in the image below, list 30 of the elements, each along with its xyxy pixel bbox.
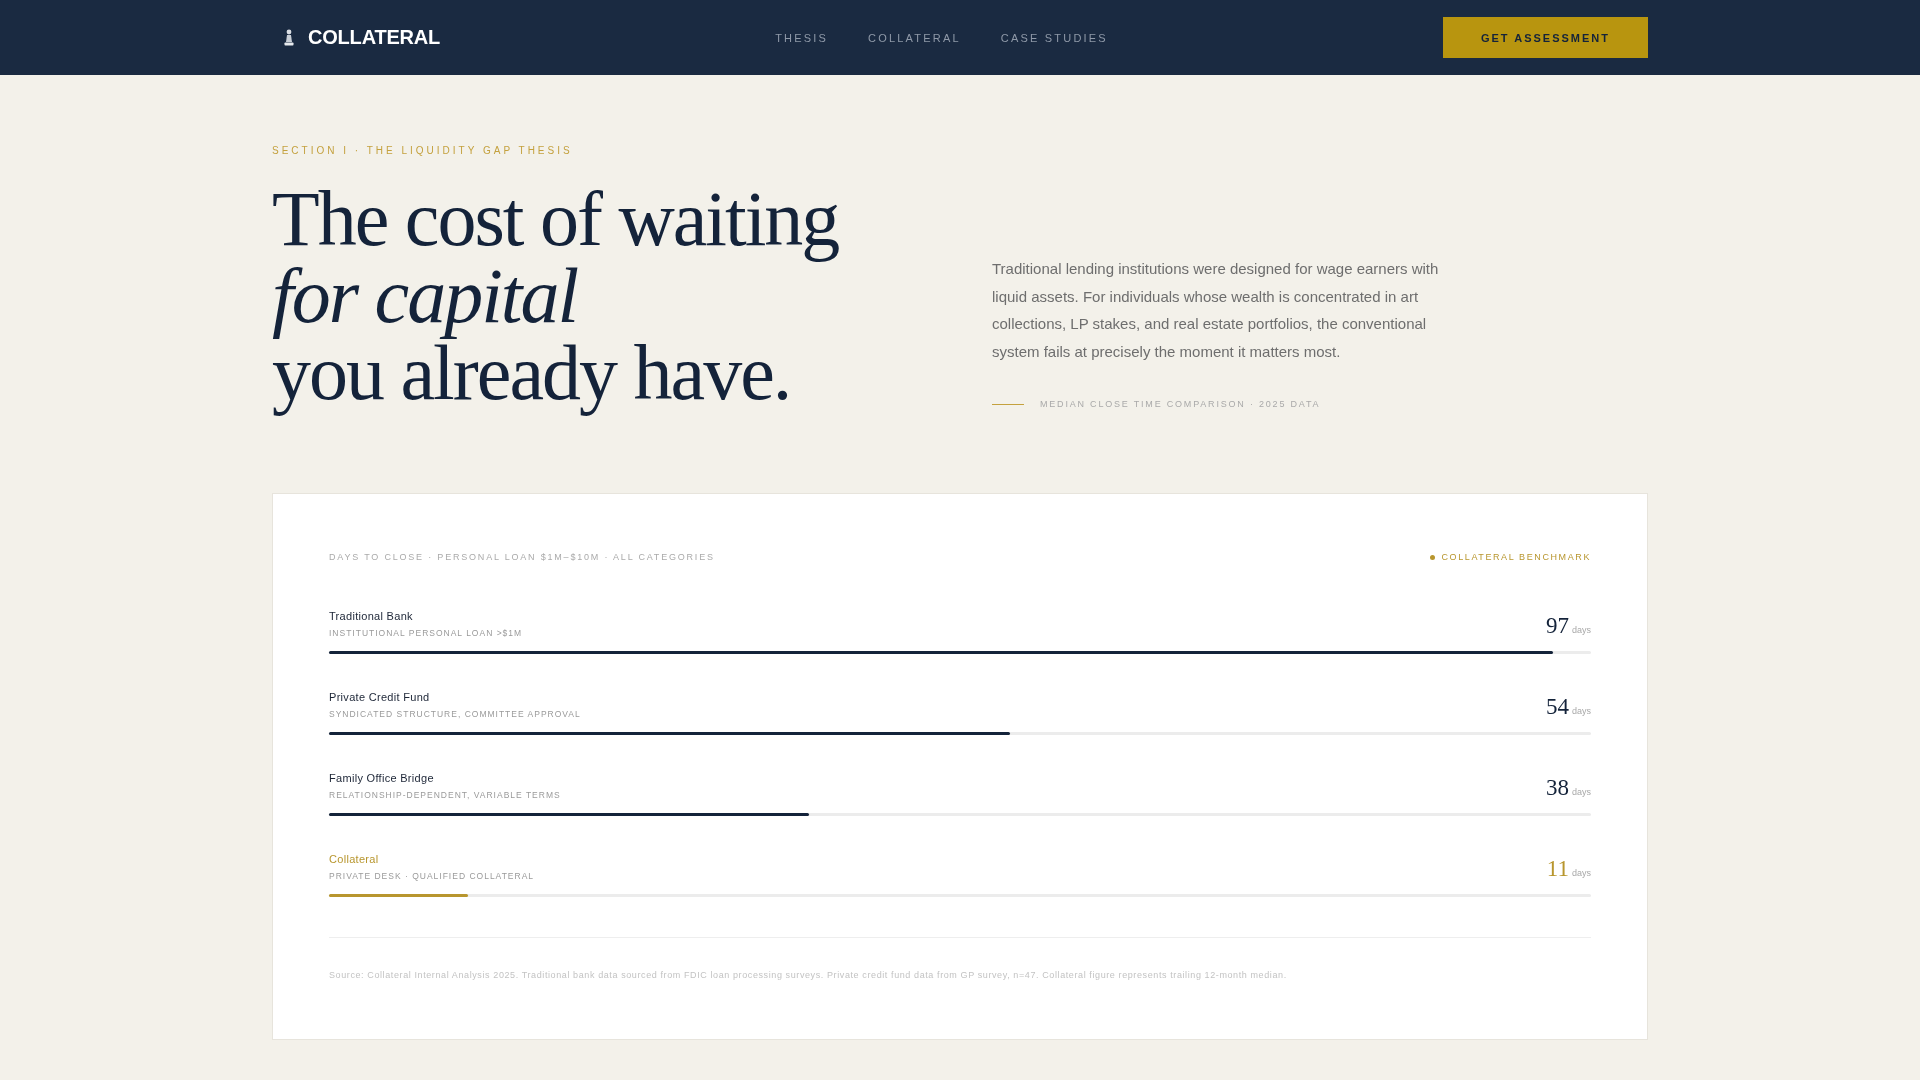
accent-rule (992, 403, 1024, 405)
day-count: 38 (1546, 775, 1569, 801)
nav-link[interactable]: COLLATERAL (868, 31, 961, 44)
dot-icon (1430, 554, 1436, 560)
nav-link[interactable]: THESIS (775, 31, 829, 44)
lender-name: Family Office Bridge (329, 771, 435, 785)
section-label: SECTION I · THE LIQUIDITY GAP THESIS (272, 145, 574, 157)
unit-label: days (1572, 706, 1591, 716)
legend-label: COLLATERAL BENCHMARK (1441, 552, 1591, 562)
lender-detail: RELATIONSHIP-DEPENDENT, VARIABLE TERMS (329, 789, 561, 801)
pawn-icon (284, 29, 294, 46)
unit-label: days (1572, 868, 1591, 878)
lender-name: Collateral (329, 852, 380, 866)
headline: The cost of waiting for capital you already have. (271, 174, 840, 418)
comparison-label: MEDIAN CLOSE TIME COMPARISON · 2025 DATA (1040, 398, 1321, 410)
lender-name: Traditional Bank (329, 609, 414, 623)
chart-caption: DAYS TO CLOSE · PERSONAL LOAN $1M–$10M · ALL CATEGORIES (329, 552, 715, 562)
brand-link[interactable]: COLLATERAL (272, 26, 441, 49)
day-count: 11 (1546, 856, 1569, 882)
assessment-button[interactable]: GET ASSESSMENT (1442, 17, 1648, 58)
unit-label: days (1572, 625, 1591, 635)
day-count: 54 (1546, 694, 1569, 720)
lender-detail: PRIVATE DESK · QUALIFIED COLLATERAL (329, 870, 535, 882)
unit-label: days (1572, 787, 1591, 797)
intro-paragraph: Traditional lending institutions were designed for wage earners with liquid assets. For individuals whose wealth is concentrated in art collections, LP stakes, and real estate portfolios, the conventional system fails at precisely the moment it matters most. (992, 259, 1440, 362)
day-count: 97 (1546, 613, 1569, 639)
lender-detail: INSTITUTIONAL PERSONAL LOAN >$1M (329, 627, 523, 639)
lender-detail: SYNDICATED STRUCTURE, COMMITTEE APPROVAL (329, 708, 581, 720)
lender-name: Private Credit Fund (329, 690, 431, 704)
nav-link[interactable]: CASE STUDIES (1000, 31, 1108, 44)
